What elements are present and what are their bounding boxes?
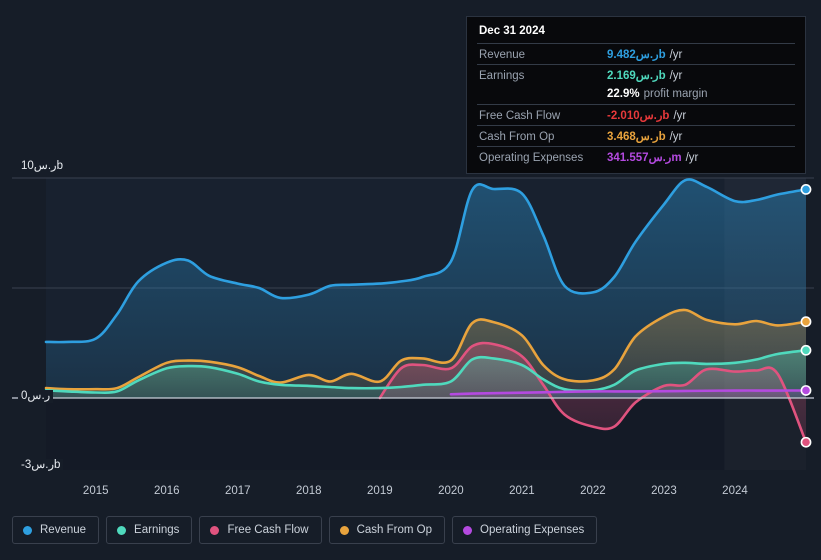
- tooltip-row-label: Cash From Op: [479, 131, 555, 143]
- legend-item-label: Revenue: [40, 524, 87, 536]
- endpoint-Earnings: [800, 344, 812, 356]
- financial-chart-page: 10ر.سb 0ر.س -3ر.سb 2015 2016 2017 2018 2019 2…: [0, 0, 821, 560]
- tooltip-row-unit: /yr: [669, 70, 683, 82]
- x-axis-label-2023: 2023: [651, 485, 677, 497]
- tooltip-row-unit: /yr: [685, 152, 699, 164]
- y-axis-label-top: 10ر.سb: [18, 160, 66, 173]
- tooltip-row-label: Operating Expenses: [479, 152, 584, 164]
- tooltip-rows: Revenue 9.482ر.سb/yr Earnings 2.169ر.سb/yr 2…: [477, 43, 795, 167]
- tooltip-row-value: 9.482ر.سb/yr: [607, 49, 683, 61]
- legend-color-dot: [339, 525, 349, 535]
- legend-color-dot: [117, 525, 127, 535]
- tooltip-row: 22.9% profit margin: [477, 85, 795, 104]
- tooltip-row-label: Earnings: [479, 70, 525, 82]
- tooltip-row-value: 3.468ر.سb/yr: [607, 131, 683, 143]
- legend-color-dot: [23, 525, 32, 535]
- tooltip-row: Free Cash Flow -2.010ر.سb/yr: [477, 104, 795, 125]
- x-axis-label-2020: 2020: [438, 485, 464, 497]
- tooltip-row: Operating Expenses 341.557ر.سm/yr: [477, 146, 795, 167]
- endpoint-Free Cash Flow: [800, 436, 812, 448]
- legend-item-label: Cash From Op: [356, 524, 433, 536]
- tooltip-row-unit: /yr: [669, 131, 683, 143]
- y-axis-label-bottom: -3ر.سb: [18, 459, 64, 472]
- x-axis-label-2017: 2017: [224, 485, 251, 497]
- legend-item-revenue[interactable]: Revenue: [12, 516, 100, 544]
- tooltip-row-unit: profit margin: [643, 88, 708, 100]
- x-axis-label-2016: 2016: [153, 485, 180, 497]
- legend-color-dot: [463, 525, 473, 535]
- chart-tooltip: Dec 31 2024 Revenue 9.482ر.سb/yr Earnings 2…: [466, 16, 806, 174]
- tooltip-row: Earnings 2.169ر.سb/yr: [477, 64, 795, 85]
- x-axis-label-2022: 2022: [580, 485, 606, 497]
- legend-color-dot: [210, 525, 220, 535]
- legend-item-operating-expenses[interactable]: Operating Expenses: [452, 516, 598, 544]
- legend-item-free-cash-flow[interactable]: Free Cash Flow: [199, 516, 322, 544]
- x-axis-label-2021: 2021: [509, 485, 535, 497]
- tooltip-row: Cash From Op 3.468ر.سb/yr: [477, 125, 795, 146]
- endpoint-Operating Expenses: [800, 385, 812, 396]
- chart-legend: Revenue Earnings Free Cash Flow Cash From O…: [12, 516, 598, 544]
- tooltip-date: Dec 31 2024: [479, 25, 545, 37]
- tooltip-row-value: 341.557ر.سm/yr: [607, 152, 699, 164]
- x-axis-label-2015: 2015: [82, 485, 109, 497]
- tooltip-row-label: Free Cash Flow: [479, 110, 561, 122]
- tooltip-row-unit: /yr: [669, 49, 683, 61]
- legend-item-label: Operating Expenses: [480, 524, 585, 536]
- tooltip-row-label: Revenue: [479, 49, 526, 61]
- x-axis-label-2024: 2024: [722, 485, 748, 497]
- endpoint-Cash From Op: [800, 316, 812, 328]
- legend-item-label: Free Cash Flow: [227, 524, 309, 536]
- tooltip-row-value: 22.9% profit margin: [607, 88, 708, 100]
- tooltip-row: Revenue 9.482ر.سb/yr: [477, 43, 795, 64]
- tooltip-row-value: -2.010ر.سb/yr: [607, 110, 687, 122]
- endpoint-Revenue: [800, 183, 812, 195]
- y-axis-label-zero: 0ر.س: [18, 390, 54, 403]
- tooltip-row-unit: /yr: [673, 110, 687, 122]
- legend-item-cash-from-op[interactable]: Cash From Op: [328, 516, 446, 544]
- legend-item-earnings[interactable]: Earnings: [106, 516, 193, 544]
- legend-item-label: Earnings: [134, 524, 180, 536]
- x-axis-label-2019: 2019: [367, 485, 393, 497]
- tooltip-row-value: 2.169ر.سb/yr: [607, 70, 683, 82]
- x-axis-label-2018: 2018: [296, 485, 322, 497]
